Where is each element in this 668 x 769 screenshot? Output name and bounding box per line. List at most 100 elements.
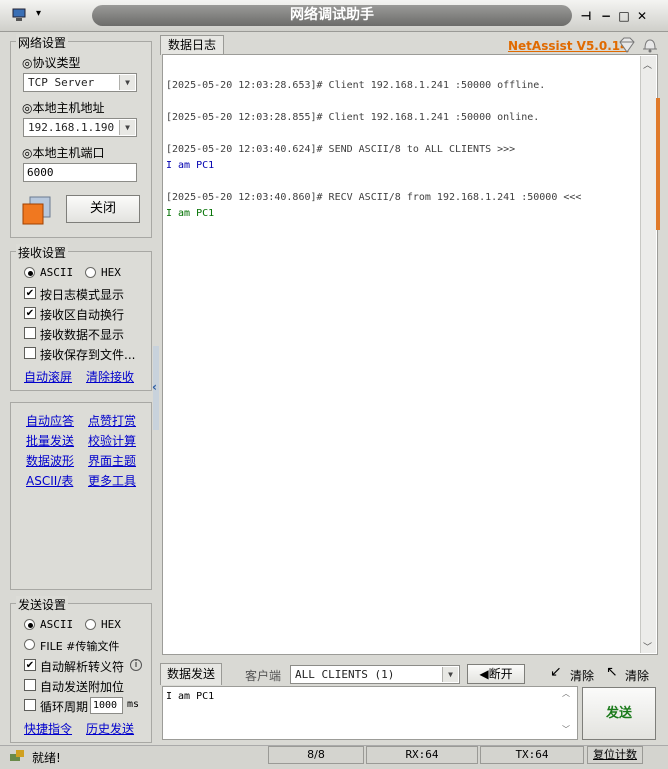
send-text: I am PC1 (166, 691, 215, 702)
auto-scroll-link[interactable]: 自动滚屏 (24, 368, 72, 385)
hide-data-checkbox[interactable] (24, 327, 36, 339)
host-label: ◎本地主机地址 (22, 101, 105, 115)
receive-ascii-radio[interactable] (24, 267, 35, 278)
status-rx: RX:64 (366, 746, 478, 764)
log-line: [2025-05-20 12:03:28.855]# Client 192.16… (166, 112, 540, 123)
host-value: 192.168.1.190 (28, 121, 115, 134)
reset-count-button[interactable]: 复位计数 (587, 746, 643, 764)
protocol-select[interactable]: TCP Server ▼ (23, 73, 137, 92)
brand-link[interactable]: NetAssist V5.0.14 (508, 39, 628, 53)
diamond-icon[interactable] (618, 37, 636, 53)
chevron-down-icon[interactable]: ▼ (442, 667, 458, 682)
disconnect-button[interactable]: ◀断开 (467, 664, 525, 684)
log-pane[interactable]: [2025-05-20 12:03:28.653]# Client 192.16… (162, 54, 658, 655)
host-select[interactable]: 192.168.1.190 ▼ (23, 118, 137, 137)
log-line: [2025-05-20 12:03:40.624]# SEND ASCII/8 … (166, 144, 516, 155)
status-icon (10, 750, 24, 762)
send-ascii-radio[interactable] (24, 619, 35, 630)
log-line: [2025-05-20 12:03:28.653]# Client 192.16… (166, 80, 546, 91)
hide-data-label: 接收数据不显示 (40, 328, 125, 342)
history-link[interactable]: 历史发送 (86, 720, 134, 737)
maximize-button[interactable]: □ (616, 8, 632, 24)
send-button[interactable]: 发送 (582, 687, 656, 740)
close-window-button[interactable]: ✕ (634, 8, 650, 24)
send-scroll-down-icon[interactable]: ﹀ (562, 724, 570, 735)
pin-icon[interactable]: ⊣ (578, 8, 594, 24)
auto-reply-link[interactable]: 自动应答 (26, 412, 74, 429)
chevron-down-icon[interactable]: ▼ (119, 75, 135, 90)
clear-send-icon[interactable]: ↖ (606, 664, 618, 680)
more-tools-link[interactable]: 更多工具 (88, 472, 136, 489)
auto-wrap-checkbox[interactable]: ✔ (24, 307, 36, 319)
scroll-thumb[interactable] (656, 98, 660, 230)
arrow-left-icon: ◀ (479, 667, 489, 681)
port-input[interactable]: 6000 (23, 163, 137, 182)
ascii-table-link[interactable]: ASCII/表 (26, 472, 73, 489)
send-scroll-up-icon[interactable]: ︿ (562, 688, 570, 699)
cycle-checkbox[interactable] (24, 699, 36, 711)
chevron-down-icon[interactable]: ▼ (119, 120, 135, 135)
send-hex-radio[interactable] (85, 619, 96, 630)
system-menu-icon[interactable]: ▾ (36, 8, 41, 19)
scroll-up-icon[interactable]: ︿ (643, 58, 652, 71)
network-settings-legend: 网络设置 (16, 34, 69, 51)
waveform-link[interactable]: 数据波形 (26, 452, 74, 469)
append-label: 自动发送附加位 (40, 680, 125, 694)
status-ready: 就绪! (32, 751, 61, 765)
receive-ascii-label: ASCII (40, 266, 74, 279)
send-settings-legend: 发送设置 (16, 596, 69, 613)
bell-icon[interactable] (641, 37, 659, 53)
escape-checkbox[interactable]: ✔ (24, 659, 36, 671)
cycle-label: 循环周期 (40, 700, 89, 714)
port-label: ◎本地主机端口 (22, 146, 105, 160)
clear-button-2[interactable]: 清除 (625, 667, 649, 684)
log-mode-label: 按日志模式显示 (40, 288, 125, 302)
receive-hex-label: HEX (101, 266, 121, 279)
tools-group (10, 402, 152, 590)
tab-data-send[interactable]: 数据发送 (160, 663, 222, 685)
cycle-input[interactable]: 1000 (90, 697, 123, 714)
collapse-arrow-icon[interactable]: ‹ (152, 380, 157, 394)
disconnect-label: 断开 (488, 667, 513, 681)
protocol-label: ◎协议类型 (22, 56, 81, 70)
theme-link[interactable]: 界面主题 (88, 452, 136, 469)
batch-send-link[interactable]: 批量发送 (26, 432, 74, 449)
tab-data-log[interactable]: 数据日志 (160, 35, 224, 55)
escape-label: 自动解析转义符 (40, 660, 125, 674)
append-checkbox[interactable] (24, 679, 36, 691)
send-textarea[interactable]: I am PC1 (162, 686, 578, 740)
save-file-label: 接收保存到文件... (40, 348, 136, 362)
clear-receive-icon[interactable]: ↙ (550, 664, 562, 680)
minimize-button[interactable]: − (598, 8, 614, 24)
window-title: 网络调试助手 (290, 7, 374, 23)
clear-receive-link[interactable]: 清除接收 (86, 368, 134, 385)
receive-hex-radio[interactable] (85, 267, 96, 278)
send-file-radio[interactable] (24, 639, 35, 650)
log-mode-checkbox[interactable]: ✔ (24, 287, 36, 299)
receive-settings-legend: 接收设置 (16, 244, 69, 261)
status-count: 8/8 (268, 746, 364, 764)
shortcuts-link[interactable]: 快捷指令 (24, 720, 72, 737)
send-ascii-label: ASCII (40, 618, 74, 631)
send-file-label: FILE #传输文件 (40, 640, 120, 653)
checksum-link[interactable]: 校验计算 (88, 432, 136, 449)
scroll-down-icon[interactable]: ﹀ (643, 640, 652, 653)
client-select[interactable]: ALL CLIENTS (1) ▼ (290, 665, 460, 684)
connection-status-icon (20, 195, 54, 227)
client-label: 客户端 (245, 669, 282, 683)
status-tx: TX:64 (480, 746, 584, 764)
info-icon[interactable]: i (130, 659, 142, 671)
cycle-unit: ms (127, 699, 140, 710)
client-value: ALL CLIENTS (1) (295, 668, 395, 681)
close-connection-button[interactable]: 关闭 (66, 195, 140, 223)
tip-link[interactable]: 点赞打赏 (88, 412, 136, 429)
clear-button-1[interactable]: 清除 (570, 667, 594, 684)
auto-wrap-label: 接收区自动换行 (40, 308, 125, 322)
log-scrollbar[interactable] (640, 56, 656, 653)
send-hex-label: HEX (101, 618, 121, 631)
save-file-checkbox[interactable] (24, 347, 36, 359)
protocol-value: TCP Server (28, 76, 95, 89)
log-line-received-data: I am PC1 (166, 208, 215, 219)
log-line-sent-data: I am PC1 (166, 160, 215, 171)
app-icon[interactable] (12, 8, 26, 22)
